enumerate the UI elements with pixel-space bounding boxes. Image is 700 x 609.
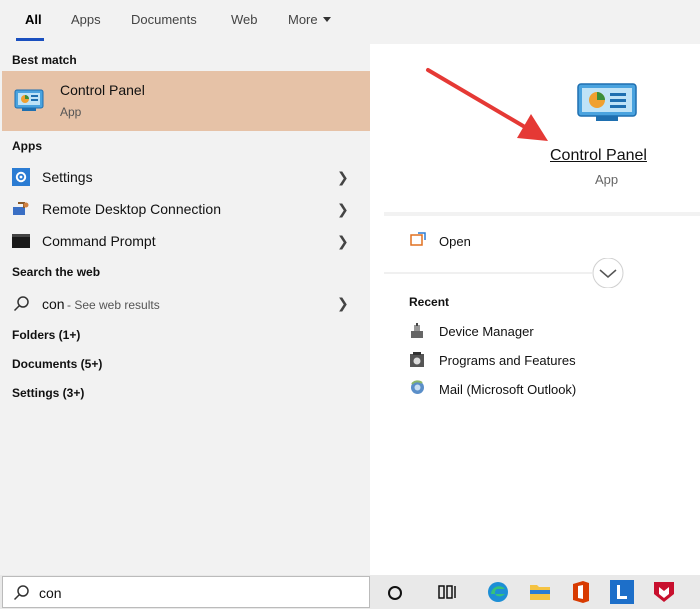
edge-icon[interactable]	[486, 580, 510, 604]
search-icon	[13, 296, 29, 312]
preview-actions: Open Recent Device Manager Programs and …	[384, 216, 700, 575]
cortana-icon[interactable]	[386, 584, 404, 602]
app-item-label: Settings	[42, 169, 93, 185]
task-view-icon[interactable]	[438, 584, 458, 600]
preview-app-subtitle: App	[595, 172, 619, 187]
recent-item-label: Mail (Microsoft Outlook)	[439, 382, 577, 397]
section-recent: Recent	[409, 295, 450, 309]
tab-documents[interactable]: Documents	[131, 12, 197, 27]
chevron-right-icon[interactable]: ❯	[337, 295, 349, 312]
search-icon	[13, 585, 29, 601]
web-search-query: con	[42, 296, 65, 312]
app-item-label: Command Prompt	[42, 233, 156, 249]
section-apps: Apps	[12, 139, 42, 153]
open-action[interactable]: Open	[384, 228, 700, 254]
l-app-icon[interactable]	[610, 580, 634, 604]
category-settings[interactable]: Settings (3+)	[12, 386, 84, 400]
preview-pane: Control Panel App Open Recent Device Man…	[384, 44, 700, 575]
recent-item-label: Programs and Features	[439, 353, 576, 368]
open-label: Open	[439, 234, 471, 249]
search-input[interactable]	[39, 583, 339, 603]
active-tab-indicator	[16, 38, 44, 41]
tab-apps[interactable]: Apps	[71, 12, 101, 27]
tab-more-label: More	[288, 12, 318, 27]
programs-features-icon	[410, 352, 424, 367]
category-documents[interactable]: Documents (5+)	[12, 357, 102, 371]
chevron-right-icon[interactable]: ❯	[337, 233, 349, 250]
app-item-label: Remote Desktop Connection	[42, 201, 221, 217]
app-item-command-prompt[interactable]: Command Prompt ❯	[0, 226, 370, 256]
section-search-the-web: Search the web	[12, 265, 101, 279]
office-icon[interactable]	[570, 580, 592, 604]
section-best-match: Best match	[12, 53, 77, 67]
recent-item-mail[interactable]: Mail (Microsoft Outlook)	[384, 378, 700, 402]
control-panel-icon	[577, 83, 637, 121]
results-list: Best match Control Panel App Apps Settin…	[0, 44, 370, 575]
search-tab-bar: All Apps Documents Web More	[0, 0, 700, 44]
tab-more[interactable]: More	[288, 12, 331, 27]
app-item-remote-desktop[interactable]: Remote Desktop Connection ❯	[0, 194, 370, 224]
taskbar-search-box[interactable]	[2, 576, 370, 608]
category-folders[interactable]: Folders (1+)	[12, 328, 80, 342]
open-icon	[410, 232, 426, 246]
recent-item-device-manager[interactable]: Device Manager	[384, 320, 700, 344]
best-match-title: Control Panel	[60, 82, 145, 98]
preview-app-title[interactable]: Control Panel	[550, 147, 647, 165]
settings-gear-icon	[12, 168, 30, 186]
file-explorer-icon[interactable]	[528, 581, 552, 603]
control-panel-icon	[14, 89, 44, 111]
best-match-subtitle: App	[60, 105, 82, 119]
web-search-suffix: - See web results	[67, 298, 160, 312]
command-prompt-icon	[12, 234, 30, 248]
recent-item-programs-features[interactable]: Programs and Features	[384, 349, 700, 373]
preview-header: Control Panel App	[384, 44, 700, 212]
chevron-right-icon[interactable]: ❯	[337, 201, 349, 218]
windows-search-window: All Apps Documents Web More Best match C…	[0, 0, 700, 609]
chevron-right-icon[interactable]: ❯	[337, 169, 349, 186]
recent-item-label: Device Manager	[439, 324, 534, 339]
expand-chevron-button[interactable]	[384, 258, 700, 288]
chevron-down-icon	[322, 17, 331, 23]
best-match-control-panel[interactable]: Control Panel App	[2, 71, 370, 131]
tab-all[interactable]: All	[25, 12, 42, 27]
app-item-settings[interactable]: Settings ❯	[0, 162, 370, 192]
tab-web[interactable]: Web	[231, 12, 258, 27]
remote-desktop-icon	[13, 202, 29, 215]
taskbar	[0, 575, 700, 609]
mail-icon	[411, 380, 424, 394]
web-search-result[interactable]: con - See web results ❯	[0, 288, 370, 318]
device-manager-icon	[411, 323, 423, 338]
mcafee-icon[interactable]	[652, 580, 676, 604]
